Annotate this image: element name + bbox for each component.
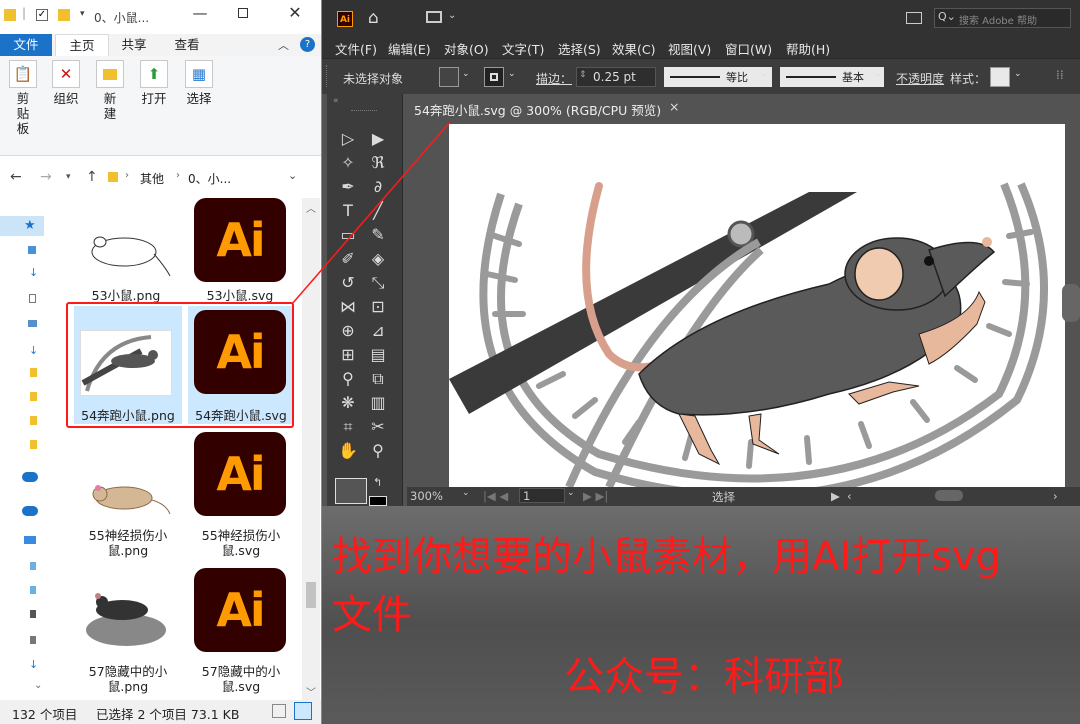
instruction-line-1: 找到你想要的小鼠素材，用AI打开svg — [332, 534, 1002, 580]
caption-panel: 找到你想要的小鼠素材，用AI打开svg 文件 公众号：科研部 — [322, 506, 1080, 724]
account-name: 公众号：科研部 — [564, 654, 844, 700]
instruction-line-2: 文件 — [332, 592, 412, 638]
